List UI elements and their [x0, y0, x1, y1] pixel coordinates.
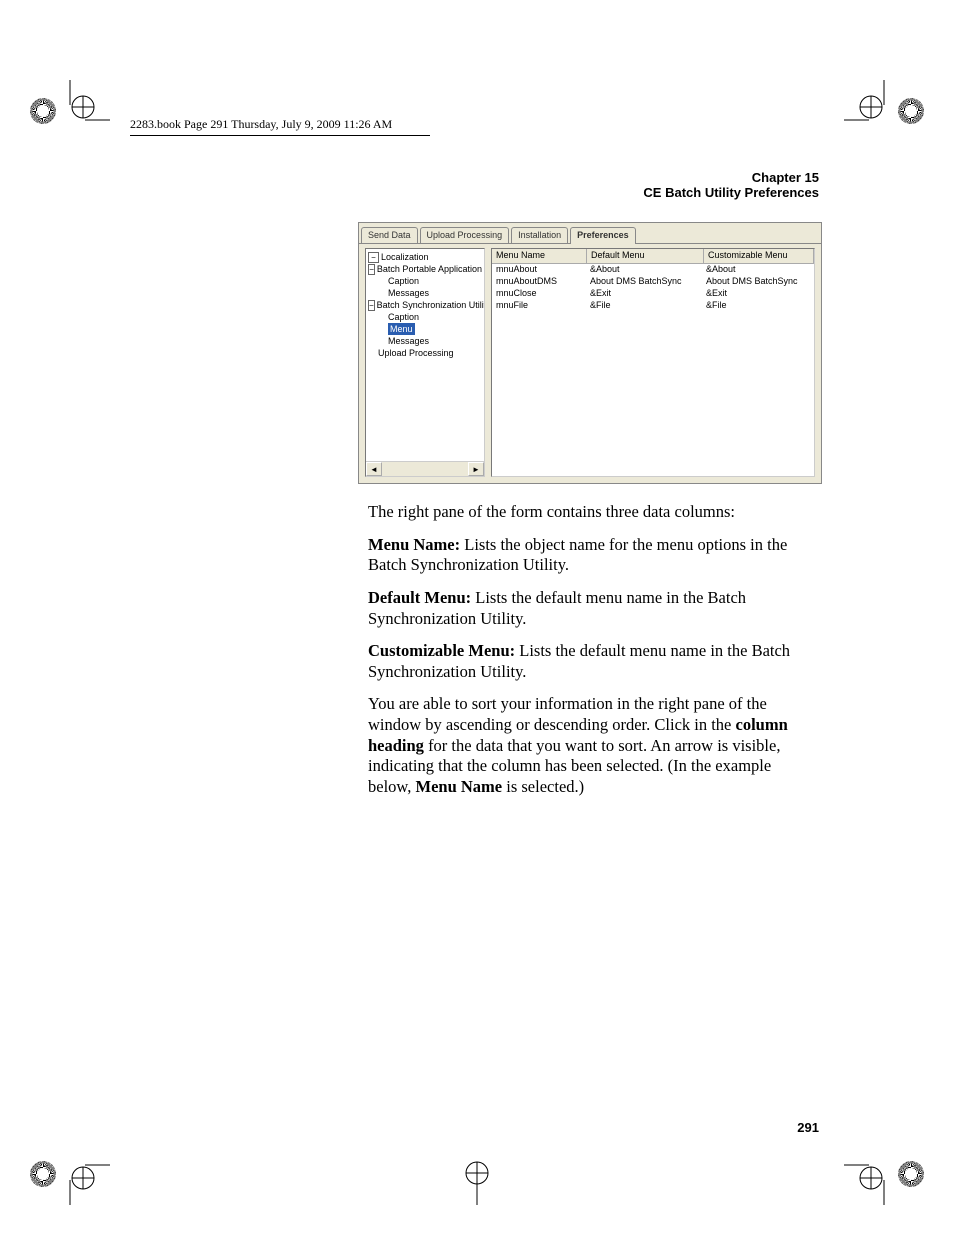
collapse-icon[interactable]: − — [368, 300, 375, 311]
cell: &File — [702, 300, 814, 312]
tree-label: Caption — [388, 275, 419, 287]
scroll-right-icon[interactable]: ► — [468, 462, 484, 476]
cell: About DMS BatchSync — [586, 276, 702, 288]
chapter-label: Chapter 15 — [643, 170, 819, 185]
tree-label: Batch Synchronization Utility — [377, 299, 485, 311]
cell: &About — [702, 264, 814, 276]
cell: mnuFile — [492, 300, 586, 312]
tree-label: Batch Portable Application — [377, 263, 482, 275]
cell: About DMS BatchSync — [702, 276, 814, 288]
tree-node-upload-processing[interactable]: Upload Processing — [368, 347, 482, 359]
tree-node-messages2[interactable]: Messages — [368, 335, 482, 347]
paragraph: You are able to sort your information in… — [368, 694, 818, 797]
tree-node-batch-sync[interactable]: −Batch Synchronization Utility — [368, 299, 482, 311]
tree-label: Messages — [388, 335, 429, 347]
book-header: 2283.book Page 291 Thursday, July 9, 200… — [130, 117, 430, 136]
crop-mark-tl — [30, 80, 110, 160]
text: is selected.) — [502, 777, 584, 796]
tree-label: Localization — [381, 251, 429, 263]
text: You are able to sort your information in… — [368, 694, 767, 734]
cell: &Exit — [702, 288, 814, 300]
cell: &About — [586, 264, 702, 276]
crop-mark-bl — [30, 1125, 110, 1205]
tree-label: Messages — [388, 287, 429, 299]
tab-preferences[interactable]: Preferences — [570, 227, 636, 244]
table-row[interactable]: mnuClose&Exit&Exit — [492, 288, 814, 300]
data-grid-pane: Menu Name Default Menu Customizable Menu… — [491, 248, 815, 477]
preferences-screenshot: Send Data Upload Processing Installation… — [358, 222, 822, 484]
tab-upload-processing[interactable]: Upload Processing — [420, 227, 510, 243]
tree-node-caption[interactable]: Caption — [368, 275, 482, 287]
cell: mnuAbout — [492, 264, 586, 276]
tab-send-data[interactable]: Send Data — [361, 227, 418, 243]
table-row[interactable]: mnuAbout&About&About — [492, 264, 814, 276]
data-grid: mnuAbout&About&About mnuAboutDMSAbout DM… — [492, 264, 814, 476]
cell: mnuAboutDMS — [492, 276, 586, 288]
page-number: 291 — [797, 1120, 819, 1135]
tab-installation[interactable]: Installation — [511, 227, 568, 243]
tree-node-menu[interactable]: Menu — [368, 323, 482, 335]
tree-label: Caption — [388, 311, 419, 323]
table-row[interactable]: mnuAboutDMSAbout DMS BatchSyncAbout DMS … — [492, 276, 814, 288]
paragraph: The right pane of the form contains thre… — [368, 502, 818, 523]
term-customizable-menu: Customizable Menu: — [368, 641, 515, 660]
tree-node-batch-portable[interactable]: −Batch Portable Application — [368, 263, 482, 275]
tree-label-selected: Menu — [388, 323, 415, 335]
column-headers: Menu Name Default Menu Customizable Menu — [492, 249, 814, 264]
crop-mark-bm — [437, 1125, 517, 1205]
crop-mark-br — [844, 1125, 924, 1205]
tab-strip: Send Data Upload Processing Installation… — [359, 223, 821, 243]
tree-node-messages[interactable]: Messages — [368, 287, 482, 299]
cell: &File — [586, 300, 702, 312]
paragraph: Menu Name: Lists the object name for the… — [368, 535, 818, 576]
collapse-icon[interactable]: − — [368, 264, 375, 275]
tree-scrollbar[interactable]: ◄ ► — [366, 461, 484, 476]
col-customizable-menu[interactable]: Customizable Menu — [704, 249, 814, 263]
cell: &Exit — [586, 288, 702, 300]
page-title: CE Batch Utility Preferences — [643, 185, 819, 200]
tree-pane: −Localization −Batch Portable Applicatio… — [365, 248, 485, 477]
table-row[interactable]: mnuFile&File&File — [492, 300, 814, 312]
scroll-left-icon[interactable]: ◄ — [366, 462, 382, 476]
paragraph: Customizable Menu: Lists the default men… — [368, 641, 818, 682]
col-menu-name[interactable]: Menu Name — [492, 249, 587, 263]
collapse-icon[interactable]: − — [368, 252, 379, 263]
tree-label: Upload Processing — [378, 347, 454, 359]
col-default-menu[interactable]: Default Menu — [587, 249, 704, 263]
term-default-menu: Default Menu: — [368, 588, 471, 607]
page-header: Chapter 15 CE Batch Utility Preferences — [643, 170, 819, 200]
cell: mnuClose — [492, 288, 586, 300]
tree-node-caption2[interactable]: Caption — [368, 311, 482, 323]
tree-node-localization[interactable]: −Localization — [368, 251, 482, 263]
paragraph: Default Menu: Lists the default menu nam… — [368, 588, 818, 629]
body-text: The right pane of the form contains thre… — [368, 502, 818, 810]
term-menu-name-2: Menu Name — [416, 777, 503, 796]
term-menu-name: Menu Name: — [368, 535, 460, 554]
crop-mark-tr — [844, 80, 924, 160]
